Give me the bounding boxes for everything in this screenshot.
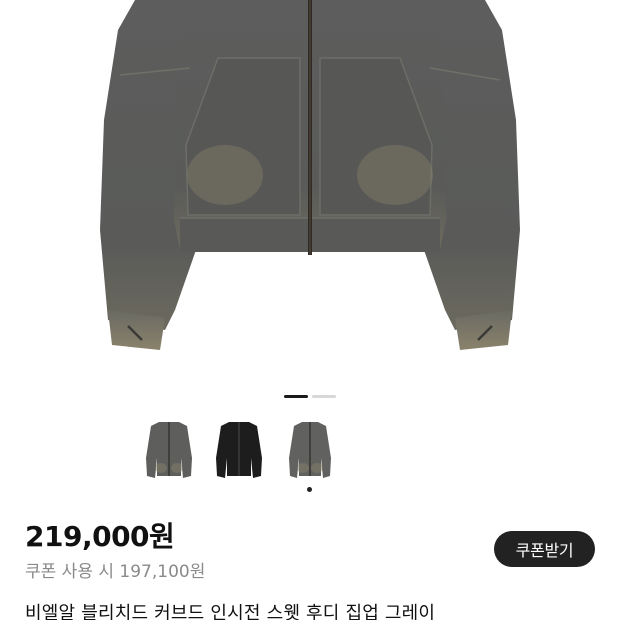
thumbnail-strip [0, 418, 620, 488]
hoodie-icon [289, 422, 331, 478]
thumbnail-grey-1[interactable] [139, 418, 199, 484]
coupon-button[interactable]: 쿠폰받기 [494, 531, 595, 567]
hoodie-icon [146, 422, 192, 478]
coupon-price-text: 쿠폰 사용 시 197,100원 [25, 562, 206, 582]
pager-indicator-active [284, 395, 308, 398]
thumbnail-selected-dot [307, 487, 312, 492]
thumbnail-grey-selected[interactable] [280, 418, 340, 484]
product-main-image[interactable] [0, 0, 620, 380]
product-title: 비엘알 블리치드 커브드 인시전 스웻 후디 집업 그레이 [25, 603, 436, 620]
hoodie-icon [216, 422, 262, 478]
hoodie-illustration [100, 0, 520, 350]
product-price: 219,000원 [25, 520, 175, 553]
thumbnail-black[interactable] [209, 418, 269, 484]
pager-indicator [312, 395, 336, 398]
image-pager [284, 395, 336, 398]
